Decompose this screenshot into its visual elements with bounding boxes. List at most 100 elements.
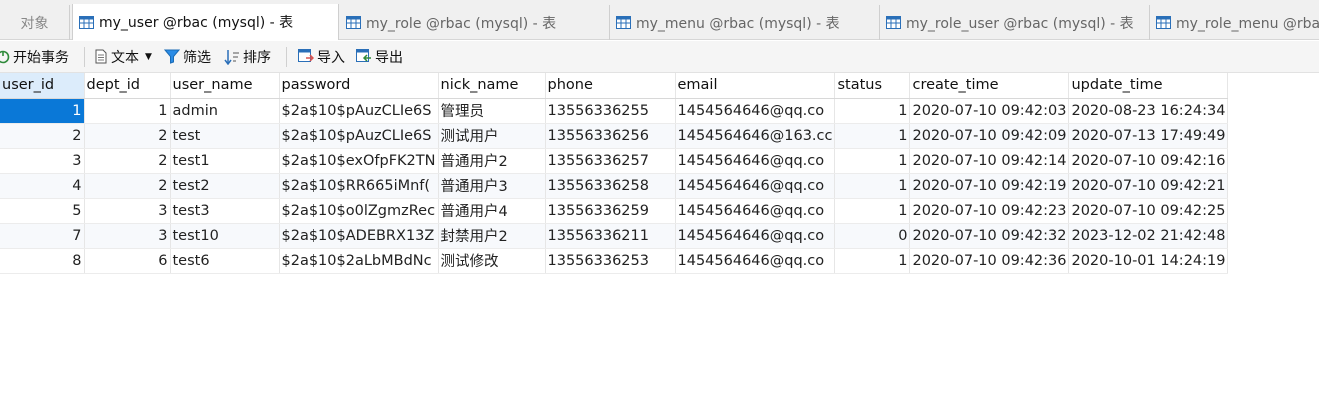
text-button[interactable]: 文本 ▼ <box>94 41 152 72</box>
table-row[interactable]: 8 6 test6 $2a$10$2aLbMBdNc 测试修改 13556336… <box>0 248 1229 274</box>
table-row[interactable]: 1 1 admin $2a$10$pAuzCLIe6S 管理员 13556336… <box>0 98 1229 124</box>
cell-create-time[interactable]: 2020-07-10 09:42:32 <box>909 223 1070 249</box>
cell-email[interactable]: 1454564646@qq.co <box>675 173 836 199</box>
cell-user-id[interactable]: 4 <box>0 173 85 199</box>
column-header-user-name[interactable]: user_name <box>170 73 280 99</box>
begin-transaction-button[interactable]: 开始事务 <box>0 41 69 72</box>
cell-user-name[interactable]: admin <box>170 98 280 124</box>
cell-password[interactable]: $2a$10$RR665iMnf( <box>279 173 439 199</box>
cell-status[interactable]: 1 <box>834 148 911 174</box>
cell-update-time[interactable]: 2020-07-10 09:42:16 <box>1068 148 1229 174</box>
cell-user-id[interactable]: 5 <box>0 198 85 224</box>
cell-create-time[interactable]: 2020-07-10 09:42:14 <box>909 148 1070 174</box>
cell-update-time[interactable]: 2020-07-10 09:42:21 <box>1068 173 1229 199</box>
tab-label: my_role_user @rbac (mysql) - 表 <box>906 15 1134 32</box>
cell-create-time[interactable]: 2020-07-10 09:42:03 <box>909 98 1070 124</box>
cell-update-time[interactable]: 2023-12-02 21:42:48 <box>1068 223 1229 249</box>
column-header-password[interactable]: password <box>279 73 439 99</box>
cell-user-name[interactable]: test10 <box>170 223 280 249</box>
cell-email[interactable]: 1454564646@163.cc <box>675 123 836 149</box>
cell-status[interactable]: 0 <box>834 223 911 249</box>
cell-phone[interactable]: 13556336253 <box>545 248 676 274</box>
cell-dept-id[interactable]: 6 <box>84 248 171 274</box>
column-header-dept-id[interactable]: dept_id <box>84 73 171 99</box>
filter-button[interactable]: 筛选 <box>164 41 211 72</box>
cell-dept-id[interactable]: 3 <box>84 223 171 249</box>
cell-nick-name[interactable]: 测试修改 <box>438 248 546 274</box>
cell-password[interactable]: $2a$10$ADEBRX13Z <box>279 223 439 249</box>
cell-user-name[interactable]: test <box>170 123 280 149</box>
cell-create-time[interactable]: 2020-07-10 09:42:23 <box>909 198 1070 224</box>
cell-user-id[interactable]: 3 <box>0 148 85 174</box>
cell-email[interactable]: 1454564646@qq.co <box>675 223 836 249</box>
table-row[interactable]: 5 3 test3 $2a$10$o0lZgmzRec 普通用户4 135563… <box>0 198 1229 224</box>
cell-dept-id[interactable]: 2 <box>84 148 171 174</box>
cell-status[interactable]: 1 <box>834 248 911 274</box>
tab-my-role-user[interactable]: my_role_user @rbac (mysql) - 表 <box>880 5 1150 40</box>
cell-dept-id[interactable]: 1 <box>84 98 171 124</box>
tab-my-menu[interactable]: my_menu @rbac (mysql) - 表 <box>610 5 880 40</box>
cell-create-time[interactable]: 2020-07-10 09:42:36 <box>909 248 1070 274</box>
table-row[interactable]: 7 3 test10 $2a$10$ADEBRX13Z 封禁用户2 135563… <box>0 223 1229 249</box>
sort-button[interactable]: 排序 <box>224 41 271 72</box>
column-header-email[interactable]: email <box>675 73 836 99</box>
cell-email[interactable]: 1454564646@qq.co <box>675 248 836 274</box>
tab-my-user[interactable]: my_user @rbac (mysql) - 表 <box>72 4 339 40</box>
cell-update-time[interactable]: 2020-08-23 16:24:34 <box>1068 98 1229 124</box>
cell-password[interactable]: $2a$10$pAuzCLIe6S <box>279 123 439 149</box>
column-header-update-time[interactable]: update_time <box>1068 73 1229 99</box>
cell-nick-name[interactable]: 普通用户4 <box>438 198 546 224</box>
cell-phone[interactable]: 13556336255 <box>545 98 676 124</box>
cell-phone[interactable]: 13556336211 <box>545 223 676 249</box>
cell-create-time[interactable]: 2020-07-10 09:42:19 <box>909 173 1070 199</box>
cell-status[interactable]: 1 <box>834 98 911 124</box>
cell-phone[interactable]: 13556336256 <box>545 123 676 149</box>
cell-nick-name[interactable]: 管理员 <box>438 98 546 124</box>
cell-update-time[interactable]: 2020-07-13 17:49:49 <box>1068 123 1229 149</box>
cell-nick-name[interactable]: 封禁用户2 <box>438 223 546 249</box>
column-header-nick-name[interactable]: nick_name <box>438 73 546 99</box>
cell-dept-id[interactable]: 2 <box>84 173 171 199</box>
cell-user-id[interactable]: 1 <box>0 98 85 124</box>
table-row[interactable]: 2 2 test $2a$10$pAuzCLIe6S 测试用户 13556336… <box>0 123 1229 149</box>
cell-status[interactable]: 1 <box>834 198 911 224</box>
export-button[interactable]: 导出 <box>356 41 403 72</box>
column-header-status[interactable]: status <box>834 73 911 99</box>
cell-user-name[interactable]: test6 <box>170 248 280 274</box>
cell-update-time[interactable]: 2020-07-10 09:42:25 <box>1068 198 1229 224</box>
cell-status[interactable]: 1 <box>834 173 911 199</box>
cell-nick-name[interactable]: 普通用户3 <box>438 173 546 199</box>
cell-user-name[interactable]: test3 <box>170 198 280 224</box>
cell-email[interactable]: 1454564646@qq.co <box>675 98 836 124</box>
cell-email[interactable]: 1454564646@qq.co <box>675 148 836 174</box>
cell-status[interactable]: 1 <box>834 123 911 149</box>
tab-my-role[interactable]: my_role @rbac (mysql) - 表 <box>340 5 610 40</box>
cell-dept-id[interactable]: 3 <box>84 198 171 224</box>
cell-create-time[interactable]: 2020-07-10 09:42:09 <box>909 123 1070 149</box>
column-header-create-time[interactable]: create_time <box>909 73 1070 99</box>
cell-user-id[interactable]: 8 <box>0 248 85 274</box>
table-row[interactable]: 4 2 test2 $2a$10$RR665iMnf( 普通用户3 135563… <box>0 173 1229 199</box>
tab-objects[interactable]: 对象 <box>0 5 70 40</box>
cell-user-name[interactable]: test1 <box>170 148 280 174</box>
import-button[interactable]: 导入 <box>298 41 345 72</box>
cell-user-id[interactable]: 7 <box>0 223 85 249</box>
cell-email[interactable]: 1454564646@qq.co <box>675 198 836 224</box>
cell-phone[interactable]: 13556336257 <box>545 148 676 174</box>
cell-nick-name[interactable]: 测试用户 <box>438 123 546 149</box>
cell-nick-name[interactable]: 普通用户2 <box>438 148 546 174</box>
tab-my-role-menu[interactable]: my_role_menu @rbac (mysql) - 表 <box>1150 5 1319 40</box>
cell-dept-id[interactable]: 2 <box>84 123 171 149</box>
column-header-user-id[interactable]: user_id <box>0 73 85 99</box>
column-header-phone[interactable]: phone <box>545 73 676 99</box>
cell-password[interactable]: $2a$10$pAuzCLIe6S <box>279 98 439 124</box>
cell-user-name[interactable]: test2 <box>170 173 280 199</box>
table-row[interactable]: 3 2 test1 $2a$10$exOfpFK2TN 普通用户2 135563… <box>0 148 1229 174</box>
cell-phone[interactable]: 13556336259 <box>545 198 676 224</box>
cell-update-time[interactable]: 2020-10-01 14:24:19 <box>1068 248 1229 274</box>
cell-password[interactable]: $2a$10$2aLbMBdNc <box>279 248 439 274</box>
cell-phone[interactable]: 13556336258 <box>545 173 676 199</box>
cell-password[interactable]: $2a$10$exOfpFK2TN <box>279 148 439 174</box>
cell-password[interactable]: $2a$10$o0lZgmzRec <box>279 198 439 224</box>
cell-user-id[interactable]: 2 <box>0 123 85 149</box>
